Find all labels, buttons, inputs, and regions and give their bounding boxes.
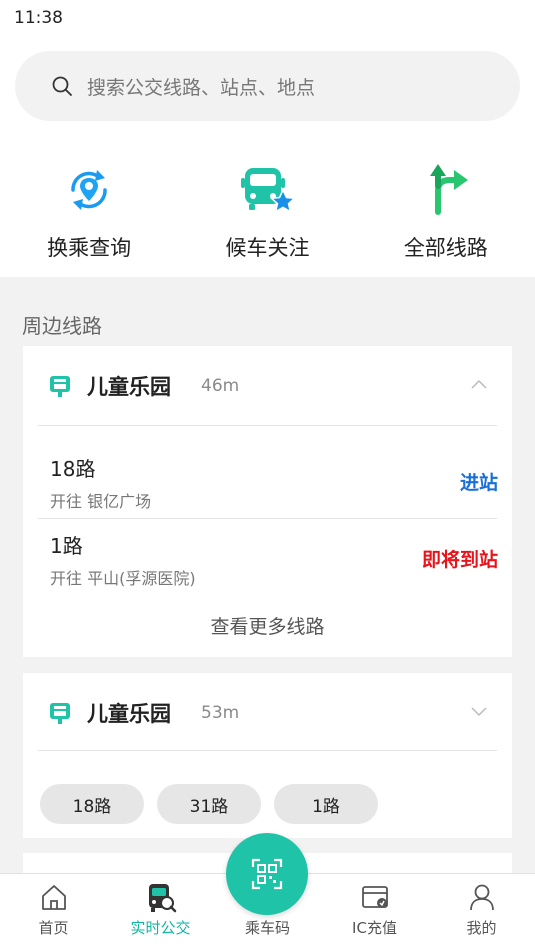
stop-header[interactable]: 儿童乐园 53m <box>23 673 512 753</box>
top-panel: 11:38 搜索公交线路、站点、地点 换乘查询 候车关注 全部线路 <box>0 0 535 277</box>
line-status: 即将到站 <box>421 549 498 571</box>
chevron-up-icon[interactable] <box>470 378 488 390</box>
route-arrows-icon <box>429 164 468 215</box>
card-recharge-icon <box>361 886 388 908</box>
divider <box>38 425 497 426</box>
divider <box>38 518 497 519</box>
tab-label: IC充值 <box>352 919 397 937</box>
line-direction: 开往 银亿广场 <box>50 492 152 511</box>
bus-stop-icon <box>50 703 70 724</box>
search-bar[interactable]: 搜索公交线路、站点、地点 <box>15 51 520 121</box>
stop-name: 儿童乐园 <box>87 702 171 726</box>
line-chip[interactable]: 31路 <box>157 784 261 824</box>
user-icon <box>469 884 494 911</box>
tab-label: 实时公交 <box>130 919 191 937</box>
line-chip[interactable]: 18路 <box>40 784 144 824</box>
quick-action-label: 换乘查询 <box>47 236 132 260</box>
stop-card: 儿童乐园 46m 18路 开往 银亿广场 进站 1路 开往 平山(孚源医院) 即… <box>23 346 512 657</box>
stop-distance: 53m <box>201 703 240 723</box>
transfer-query-button[interactable]: 换乘查询 <box>0 160 178 262</box>
tab-ic-recharge[interactable]: IC充值 <box>321 874 428 951</box>
more-lines-link[interactable]: 查看更多线路 <box>23 612 512 639</box>
stop-header[interactable]: 儿童乐园 46m <box>23 346 512 426</box>
ride-code-button[interactable] <box>226 833 308 915</box>
line-chips: 18路 31路 1路 <box>40 784 378 824</box>
bus-search-icon <box>148 884 176 913</box>
status-bar-time: 11:38 <box>14 8 63 28</box>
stop-name: 儿童乐园 <box>87 375 171 399</box>
search-placeholder: 搜索公交线路、站点、地点 <box>87 76 316 99</box>
line-status: 进站 <box>459 472 498 494</box>
bus-star-icon <box>241 168 297 213</box>
tab-home[interactable]: 首页 <box>0 874 107 951</box>
search-icon <box>52 76 72 96</box>
bus-watch-button[interactable]: 候车关注 <box>178 160 356 262</box>
tab-realtime-bus[interactable]: 实时公交 <box>107 874 214 951</box>
stop-card: 儿童乐园 53m 18路 31路 1路 <box>23 673 512 838</box>
tab-mine[interactable]: 我的 <box>428 874 535 951</box>
line-name: 18路 <box>50 457 96 481</box>
section-title: 周边线路 <box>22 314 102 338</box>
line-row[interactable]: 18路 开往 银亿广场 进站 <box>50 453 498 512</box>
chevron-down-icon[interactable] <box>470 705 488 717</box>
qr-code-icon <box>251 858 283 890</box>
line-chip[interactable]: 1路 <box>274 784 378 824</box>
tab-label: 乘车码 <box>244 919 290 937</box>
quick-action-label: 全部线路 <box>403 236 488 260</box>
divider <box>38 750 497 751</box>
tab-label: 首页 <box>38 919 69 937</box>
location-transfer-icon <box>71 170 107 210</box>
all-routes-button[interactable]: 全部线路 <box>357 160 535 262</box>
home-icon <box>41 885 66 910</box>
quick-actions: 换乘查询 候车关注 全部线路 <box>0 160 535 262</box>
line-row[interactable]: 1路 开往 平山(孚源医院) 即将到站 <box>50 530 498 589</box>
quick-action-label: 候车关注 <box>225 236 310 260</box>
stop-distance: 46m <box>201 376 240 396</box>
bus-stop-icon <box>50 376 70 397</box>
tab-label: 我的 <box>466 919 497 937</box>
